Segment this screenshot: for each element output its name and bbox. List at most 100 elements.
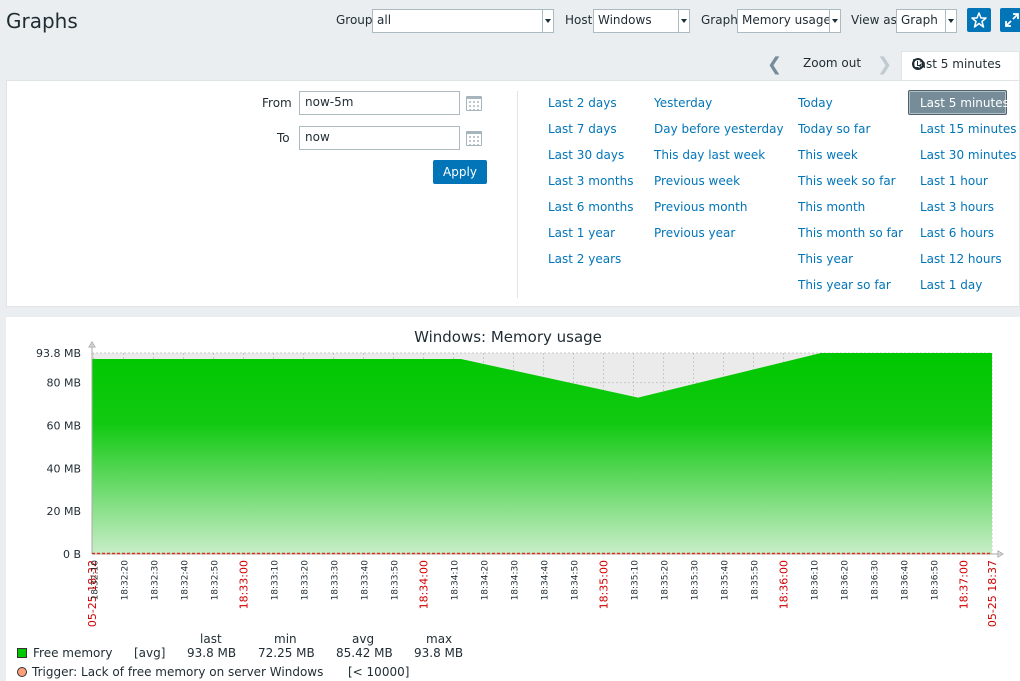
view-as-select[interactable]: Graph (896, 9, 957, 33)
tab-time-period[interactable]: Last 5 minutes (901, 51, 1020, 81)
chevron-down-icon (678, 10, 689, 32)
x-tick-label: 05-25 18:37 (986, 560, 999, 627)
calendar-icon[interactable] (466, 131, 482, 146)
x-tick-label: 18:33:40 (361, 560, 371, 601)
legend-swatch (17, 648, 27, 658)
star-icon (971, 12, 987, 28)
quick-range-link[interactable]: This week so far (798, 174, 896, 188)
quick-range-link[interactable]: Last 1 year (548, 226, 615, 240)
quick-range-link[interactable]: Last 3 months (548, 174, 633, 188)
quick-range-link[interactable]: Previous week (654, 174, 740, 188)
graph-select[interactable]: Memory usage (737, 9, 841, 33)
x-tick-label: 18:33:50 (391, 560, 401, 601)
memory-usage-chart[interactable]: Windows: Memory usage 0 B 20 MB 40 MB 60 MB 8… (6, 317, 1020, 681)
quick-range-link[interactable]: Last 3 hours (920, 200, 994, 214)
to-label: To (277, 131, 290, 145)
time-navigation: ❮ Zoom out ❯ Last 5 minutes (0, 50, 1020, 81)
quick-range-link[interactable]: This month so far (798, 226, 903, 240)
y-tick-label: 60 MB (46, 419, 81, 432)
chevron-down-icon (542, 10, 553, 32)
x-tick-label: 18:32:20 (121, 560, 131, 601)
quick-range-link[interactable]: Last 6 months (548, 200, 633, 214)
page-title: Graphs (6, 9, 78, 33)
quick-range-link[interactable]: Yesterday (654, 96, 712, 110)
group-label: Group (336, 13, 373, 27)
x-tick-label: 18:34:30 (511, 560, 521, 601)
legend-trigger-text: Trigger: Lack of free memory on server W… (32, 665, 324, 679)
host-select-value: Windows (598, 13, 652, 27)
y-tick-label: 93.8 MB (36, 347, 81, 360)
to-input[interactable]: now (299, 126, 460, 150)
x-tick-label: 18:36:20 (841, 560, 851, 601)
chevron-left-icon[interactable]: ❮ (767, 54, 782, 75)
x-tick-label: 18:32:10 (91, 560, 101, 601)
fullscreen-button[interactable] (1000, 8, 1020, 32)
series-area-free-memory (92, 353, 992, 554)
quick-range-link[interactable]: Last 30 days (548, 148, 624, 162)
x-tick-label: 18:33:00 (238, 560, 251, 609)
view-as-label: View as (851, 13, 897, 27)
group-select[interactable]: all (372, 9, 554, 33)
x-tick-label: 18:32:40 (181, 560, 191, 601)
host-select[interactable]: Windows (593, 9, 690, 33)
quick-range-link[interactable]: Previous month (654, 200, 747, 214)
legend-item-name: Free memory (33, 646, 113, 660)
quick-range-link[interactable]: Last 1 day (920, 278, 982, 292)
y-tick-label: 20 MB (46, 505, 81, 518)
legend-value-min: 72.25 MB (258, 646, 315, 660)
legend-value-avg: 85.42 MB (336, 646, 393, 660)
quick-range-link[interactable]: Last 30 minutes (920, 148, 1016, 162)
x-tick-label: 18:36:50 (931, 560, 941, 601)
x-tick-label: 18:35:00 (598, 560, 611, 609)
from-label: From (262, 96, 292, 110)
legend-header-avg: avg (352, 632, 375, 646)
zoom-out-button[interactable]: Zoom out (803, 56, 861, 70)
legend-value-max: 93.8 MB (414, 646, 464, 660)
y-tick-label: 0 B (63, 548, 81, 561)
x-tick-label: 18:37:00 (958, 560, 971, 609)
quick-range-link[interactable]: Last 6 hours (920, 226, 994, 240)
divider (517, 91, 518, 298)
quick-range-link[interactable]: This year so far (798, 278, 891, 292)
legend-item-function: [avg] (134, 646, 166, 660)
legend-trigger-threshold: [< 10000] (348, 665, 410, 679)
add-to-favourites-button[interactable] (967, 8, 991, 32)
x-tick-label: 18:36:00 (778, 560, 791, 609)
x-tick-label: 18:33:30 (331, 560, 341, 601)
quick-range-link[interactable]: Day before yesterday (654, 122, 784, 136)
apply-button[interactable]: Apply (433, 160, 487, 184)
quick-range-link[interactable]: This month (798, 200, 865, 214)
chevron-right-icon[interactable]: ❯ (877, 54, 892, 75)
group-select-value: all (377, 13, 392, 27)
quick-range-link[interactable]: This day last week (654, 148, 765, 162)
x-tick-label: 18:35:30 (691, 560, 701, 601)
x-tick-label: 18:35:40 (721, 560, 731, 601)
quick-range-link[interactable]: This week (798, 148, 858, 162)
from-input[interactable]: now-5m (299, 91, 460, 115)
quick-range-link[interactable]: Last 2 years (548, 252, 621, 266)
x-tick-label: 18:35:50 (751, 560, 761, 601)
quick-range-link[interactable]: Today (798, 96, 833, 110)
quick-range-link[interactable]: Previous year (654, 226, 735, 240)
quick-range-link[interactable]: Today so far (798, 122, 870, 136)
quick-range-link[interactable]: Last 12 hours (920, 252, 1002, 266)
quick-range-link[interactable]: Last 7 days (548, 122, 617, 136)
quick-range-link[interactable]: Last 15 minutes (920, 122, 1016, 136)
x-tick-label: 18:35:20 (661, 560, 671, 601)
x-tick-label: 18:34:20 (481, 560, 491, 601)
calendar-icon[interactable] (466, 96, 482, 111)
legend-header-min: min (274, 632, 297, 646)
x-tick-label: 18:33:10 (271, 560, 281, 601)
quick-range-link[interactable]: This year (798, 252, 853, 266)
tab-time-period-label: Last 5 minutes (912, 57, 1001, 71)
x-tick-label: 18:36:10 (811, 560, 821, 601)
chart-title: Windows: Memory usage (414, 328, 602, 346)
host-label: Host (565, 13, 593, 27)
view-as-select-value: Graph (901, 13, 938, 27)
x-tick-label: 18:36:30 (871, 560, 881, 601)
page-header: Graphs Group all Host Windows Graph Memo… (0, 0, 1020, 44)
quick-range-link[interactable]: Last 5 minutes (920, 96, 1009, 110)
quick-range-link[interactable]: Last 1 hour (920, 174, 988, 188)
quick-range-link[interactable]: Last 2 days (548, 96, 617, 110)
y-tick-label: 40 MB (46, 462, 81, 475)
